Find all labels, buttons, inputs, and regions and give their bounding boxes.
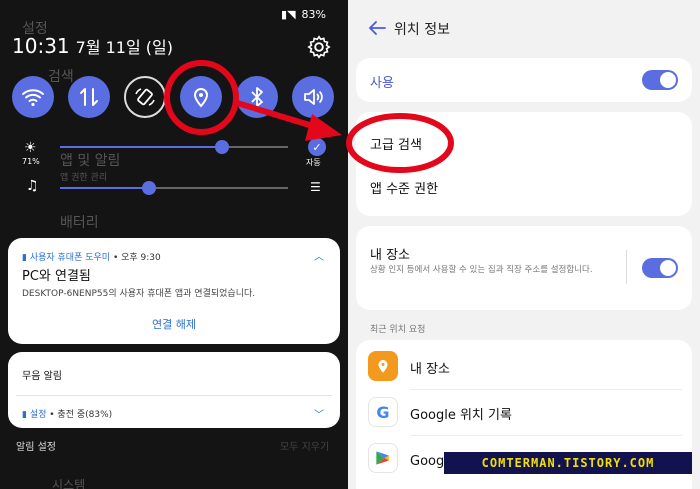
- notification-settings-button[interactable]: 알림 설정: [16, 438, 56, 453]
- brightness-percent: 71%: [22, 157, 40, 166]
- brightness-fill: [60, 146, 222, 148]
- list-item-label: Google 위치 기록: [410, 408, 512, 423]
- notification-app-line: ▮ 사용자 휴대폰 도우미 • 오후 9:30: [22, 250, 161, 263]
- advanced-search-item[interactable]: 고급 검색: [370, 134, 422, 153]
- watermark: COMTERMAN.TISTORY.COM: [444, 452, 692, 474]
- page-title: 위치 정보: [394, 22, 450, 38]
- list-item[interactable]: 내 장소: [356, 344, 692, 390]
- back-arrow-icon[interactable]: [368, 20, 386, 36]
- list-item-label: 내 장소: [410, 362, 451, 377]
- settings-gear-icon[interactable]: [306, 34, 332, 60]
- auto-brightness-label: 자동: [306, 158, 321, 167]
- location-highlight-circle: [164, 60, 239, 135]
- charging-text: • 충전 중(83%): [46, 410, 113, 420]
- my-place-toggle[interactable]: [642, 258, 678, 278]
- location-settings-screen: 위치 정보 사용 고급 검색 앱 수준 권한 내 장소 상황 인지 등에서 사용…: [348, 0, 700, 489]
- charging-notification[interactable]: ▮ 설정 • 충전 중(83%): [22, 407, 112, 420]
- notification-app-name: 사용자 휴대폰 도우미: [29, 253, 111, 263]
- divider: [16, 395, 332, 396]
- brightness-slider[interactable]: [60, 140, 288, 154]
- clock-time: 10:31: [12, 34, 70, 58]
- google-icon: G: [368, 397, 398, 427]
- volume-fill: [60, 187, 149, 189]
- clock: 10:31 7월 11일 (일): [12, 34, 173, 58]
- charging-app-name: 설정: [29, 410, 47, 420]
- play-services-icon: [368, 443, 398, 473]
- background-app-alarm-sub: 앱 권한 관리: [60, 173, 108, 183]
- app-permission-item[interactable]: 앱 수준 권한: [370, 178, 438, 197]
- header: 위치 정보: [348, 0, 700, 56]
- signal-icon: ▮◥: [281, 8, 296, 21]
- list-item[interactable]: G Google 위치 기록: [356, 390, 692, 436]
- wifi-toggle[interactable]: [12, 76, 54, 118]
- my-place-subtitle: 상황 인지 등에서 사용할 수 있는 집과 직장 주소를 설정합니다.: [370, 265, 593, 275]
- battery-charging-icon: ▮: [22, 410, 27, 420]
- bluetooth-toggle[interactable]: [236, 76, 278, 118]
- silent-header: 무음 알림: [22, 371, 62, 382]
- location-pin-icon: [368, 351, 398, 381]
- media-volume-slider[interactable]: [60, 181, 288, 195]
- auto-rotate-toggle[interactable]: [124, 76, 166, 118]
- location-use-label: 사용: [370, 76, 394, 91]
- auto-rotate-icon: [135, 88, 155, 106]
- clear-all-button[interactable]: 모두 지우기: [280, 438, 329, 453]
- notification-title: PC와 연결됨: [22, 269, 91, 284]
- speaker-icon: [304, 89, 323, 105]
- my-place-title: 내 장소: [370, 248, 411, 263]
- notification-card[interactable]: ▮ 사용자 휴대폰 도우미 • 오후 9:30 ︿ PC와 연결됨 DESKTO…: [8, 238, 340, 344]
- notification-panel: ▮◥ 83% 설정 검색 앱 및 알림 앱 권한 관리 배터리 10:31 7월 …: [0, 0, 348, 489]
- music-note-icon: ♫: [26, 178, 39, 194]
- brightness-icon: ☀: [24, 140, 37, 156]
- background-system-text: 시스템: [52, 478, 86, 489]
- location-menu-card: 고급 검색 앱 수준 권한: [356, 112, 692, 216]
- location-use-row[interactable]: 사용: [356, 58, 692, 102]
- disconnect-button[interactable]: 연결 해제: [8, 316, 340, 332]
- phone-helper-icon: ▮: [22, 253, 27, 263]
- clock-date: 7월 11일 (일): [75, 38, 173, 57]
- wifi-icon: [22, 89, 44, 107]
- mobile-data-icon: [80, 88, 98, 106]
- location-use-toggle[interactable]: [642, 70, 678, 90]
- mobile-data-toggle[interactable]: [68, 76, 110, 118]
- status-bar: ▮◥ 83%: [281, 8, 326, 21]
- auto-brightness-check-icon[interactable]: ✓: [308, 138, 326, 156]
- sound-toggle[interactable]: [292, 76, 334, 118]
- collapse-chevron-icon[interactable]: ︿: [314, 248, 324, 263]
- brightness-knob[interactable]: [214, 140, 229, 154]
- silent-notification-card: 무음 알림 ▮ 설정 • 충전 중(83%) ﹀: [8, 352, 340, 428]
- my-place-row[interactable]: 내 장소 상황 인지 등에서 사용할 수 있는 집과 직장 주소를 설정합니다.: [356, 226, 692, 310]
- battery-level: 83%: [301, 8, 326, 21]
- background-battery-text: 배터리: [60, 215, 99, 231]
- notification-body: DESKTOP-6NENP55의 사용자 휴대폰 앱과 연결되었습니다.: [22, 289, 256, 299]
- background-app-alarm-text: 앱 및 알림: [60, 153, 121, 169]
- volume-knob[interactable]: [141, 181, 156, 195]
- recent-requests-header: 최근 위치 요청: [370, 325, 426, 335]
- divider: [626, 250, 627, 284]
- bluetooth-icon: [251, 87, 263, 107]
- expand-chevron-icon[interactable]: ﹀: [314, 406, 324, 421]
- sound-settings-icon[interactable]: ☰: [310, 180, 321, 194]
- notification-time: • 오후 9:30: [110, 253, 161, 263]
